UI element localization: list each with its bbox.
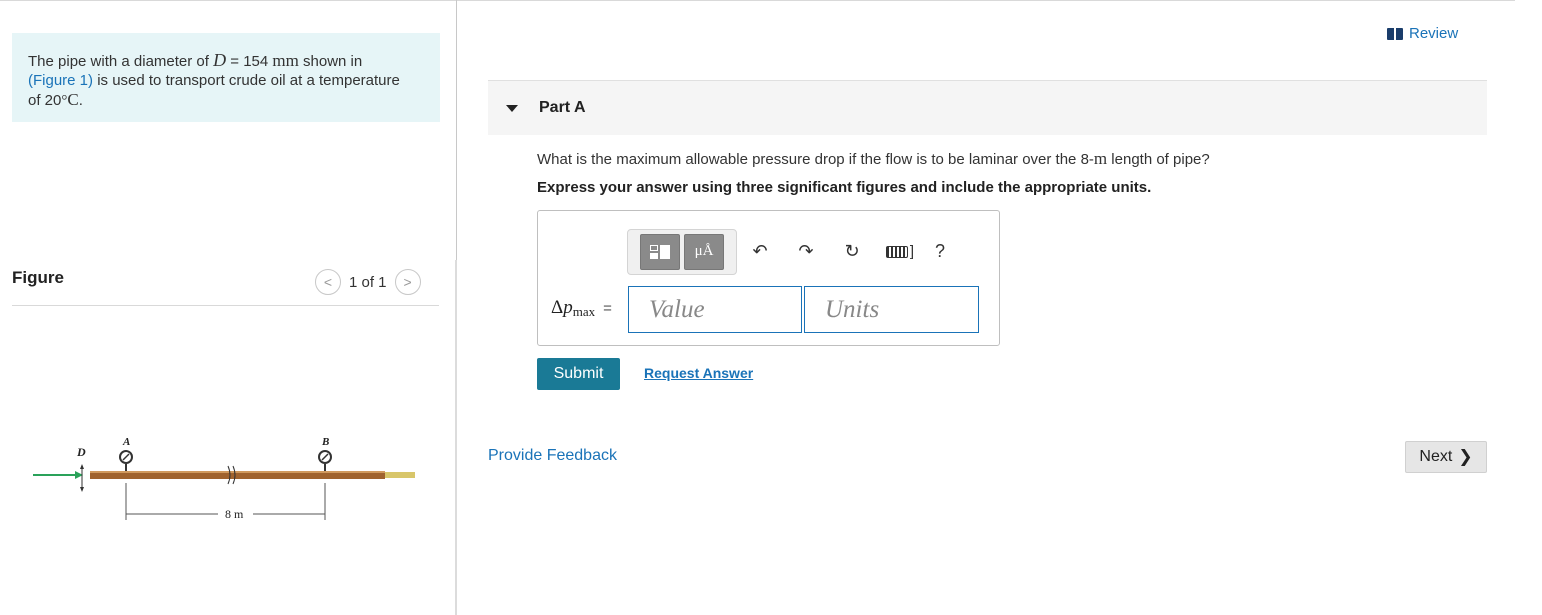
problem-text: The pipe with a diameter of [28,53,214,70]
submit-button[interactable]: Submit [537,358,620,390]
part-title: Part A [539,99,586,116]
figure-heading: Figure [12,268,64,287]
redo-icon[interactable]: ↷ [783,234,829,270]
pipe-outlet [385,472,415,478]
figure-pager: < 1 of 1 > [315,269,421,295]
temperature-unit: C [67,90,79,109]
answer-instruction: Express your answer using three signific… [537,179,1152,196]
tool-group: μÅ [627,228,737,275]
keyboard-shortcuts-button[interactable]: ] [875,243,925,260]
undo-icon[interactable]: ↶ [737,234,783,270]
value-input[interactable]: Value [628,286,802,333]
figure-page-count: 1 of 1 [349,273,387,291]
templates-icon [650,244,670,259]
length-label: 8 m [225,507,244,521]
units-input[interactable]: Units [804,286,979,333]
label-a: A [122,436,130,448]
problem-text: . [78,92,83,109]
review-label: Review [1409,25,1459,42]
review-link[interactable]: Review [1387,25,1458,42]
next-label: Next [1419,448,1453,465]
problem-text: shown in [298,53,363,70]
next-figure-button[interactable]: > [394,269,421,295]
column-divider-shadow [455,260,457,615]
answer-box: μÅ ↶ ↷ ↻ ] ? Δp max = Value Units [537,210,1000,346]
problem-statement: The pipe with a diameter of D = 154 mm s… [12,33,440,122]
book-icon [1387,27,1403,40]
label-b: B [321,436,329,448]
temperature-text: of 20 [28,92,62,109]
help-button[interactable]: ? [925,241,955,262]
keyboard-icon [885,245,908,258]
diameter-variable: D [213,50,227,70]
chevron-right-icon: > [403,274,412,290]
problem-text: is used to transport crude oil at a temp… [93,72,400,89]
figure-link[interactable]: (Figure 1) [28,72,93,89]
math-toolbar: μÅ ↶ ↷ ↻ ] ? [627,227,984,276]
answer-label: Δp max = [551,297,612,319]
diameter-unit: mm [272,51,299,70]
next-button[interactable]: Next ❯ [1405,441,1487,473]
top-divider [0,0,1515,1]
chevron-left-icon: < [323,274,333,290]
previous-figure-button[interactable]: < [315,269,341,295]
label-d: D [76,445,86,459]
provide-feedback-link[interactable]: Provide Feedback [488,447,617,465]
collapse-caret-icon[interactable] [506,104,518,112]
figure-divider [12,305,439,306]
reset-icon[interactable]: ↻ [829,234,875,270]
pipe-figure: D A B 8 m [33,436,415,521]
part-a-header[interactable]: Part A [488,81,1487,135]
length-unit: m [1093,149,1108,168]
diameter-value: = 154 [226,53,273,70]
templates-button[interactable] [640,233,680,270]
units-button[interactable]: μÅ [684,233,724,270]
question-text: What is the maximum allowable pressure d… [537,149,1210,168]
chevron-right-icon: ❯ [1458,447,1473,466]
request-answer-link[interactable]: Request Answer [644,365,753,381]
